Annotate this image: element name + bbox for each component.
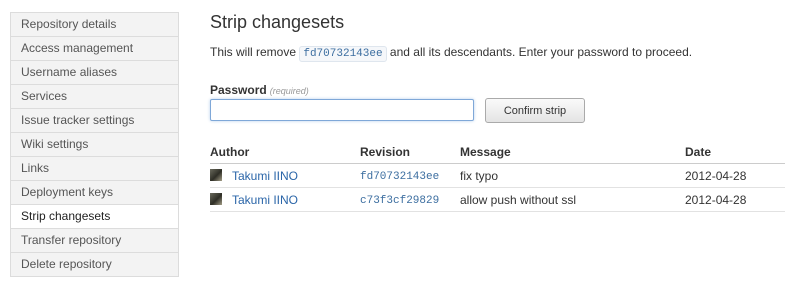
table-row: Takumi IINO fd70732143ee fix typo 2012-0…: [210, 163, 785, 188]
password-label-text: Password: [210, 83, 267, 97]
header-revision: Revision: [360, 141, 460, 164]
avatar: [210, 169, 222, 182]
changesets-table: Author Revision Message Date Takumi IINO…: [210, 141, 785, 212]
required-note: (required): [269, 86, 309, 96]
author-cell: Takumi IINO: [210, 187, 360, 212]
changeset-id-chip: fd70732143ee: [299, 46, 387, 62]
confirm-strip-button[interactable]: Confirm strip: [485, 98, 585, 123]
sidebar-item-transfer-repository[interactable]: Transfer repository: [11, 229, 178, 253]
table-row: Takumi IINO c73f3cf29829 allow push with…: [210, 187, 785, 212]
sidebar-item-services[interactable]: Services: [11, 85, 178, 109]
revision-cell: fd70732143ee: [360, 163, 460, 188]
password-input[interactable]: [210, 99, 474, 121]
password-label: Password (required): [210, 83, 309, 97]
header-date: Date: [685, 141, 785, 164]
sidebar-item-access-management[interactable]: Access management: [11, 37, 178, 61]
strip-description: This will remove fd70732143ee and all it…: [210, 45, 693, 62]
sidebar-item-strip-changesets[interactable]: Strip changesets: [11, 205, 178, 229]
sidebar-item-links[interactable]: Links: [11, 157, 178, 181]
sidebar-item-deployment-keys[interactable]: Deployment keys: [11, 181, 178, 205]
author-link[interactable]: Takumi IINO: [232, 169, 298, 183]
message-cell: fix typo: [460, 163, 685, 188]
revision-link[interactable]: c73f3cf29829: [360, 195, 439, 207]
description-after: and all its descendants. Enter your pass…: [386, 45, 693, 59]
page-title: Strip changesets: [210, 12, 345, 32]
revision-cell: c73f3cf29829: [360, 187, 460, 212]
sidebar-item-delete-repository[interactable]: Delete repository: [11, 253, 178, 277]
message-cell: allow push without ssl: [460, 187, 685, 212]
sidebar-item-username-aliases[interactable]: Username aliases: [11, 61, 178, 85]
sidebar-item-wiki-settings[interactable]: Wiki settings: [11, 133, 178, 157]
header-message: Message: [460, 141, 685, 164]
author-link[interactable]: Takumi IINO: [232, 193, 298, 207]
table-header-row: Author Revision Message Date: [210, 141, 785, 164]
main-content: Strip changesets This will remove fd7073…: [210, 0, 790, 296]
avatar: [210, 193, 222, 206]
author-cell: Takumi IINO: [210, 163, 360, 188]
date-cell: 2012-04-28: [685, 187, 785, 212]
date-cell: 2012-04-28: [685, 163, 785, 188]
sidebar-item-repository-details[interactable]: Repository details: [11, 13, 178, 37]
header-author: Author: [210, 141, 360, 164]
revision-link[interactable]: fd70732143ee: [360, 171, 439, 183]
sidebar-item-issue-tracker-settings[interactable]: Issue tracker settings: [11, 109, 178, 133]
settings-sidebar: Repository details Access management Use…: [10, 12, 179, 277]
description-before: This will remove: [210, 45, 300, 59]
